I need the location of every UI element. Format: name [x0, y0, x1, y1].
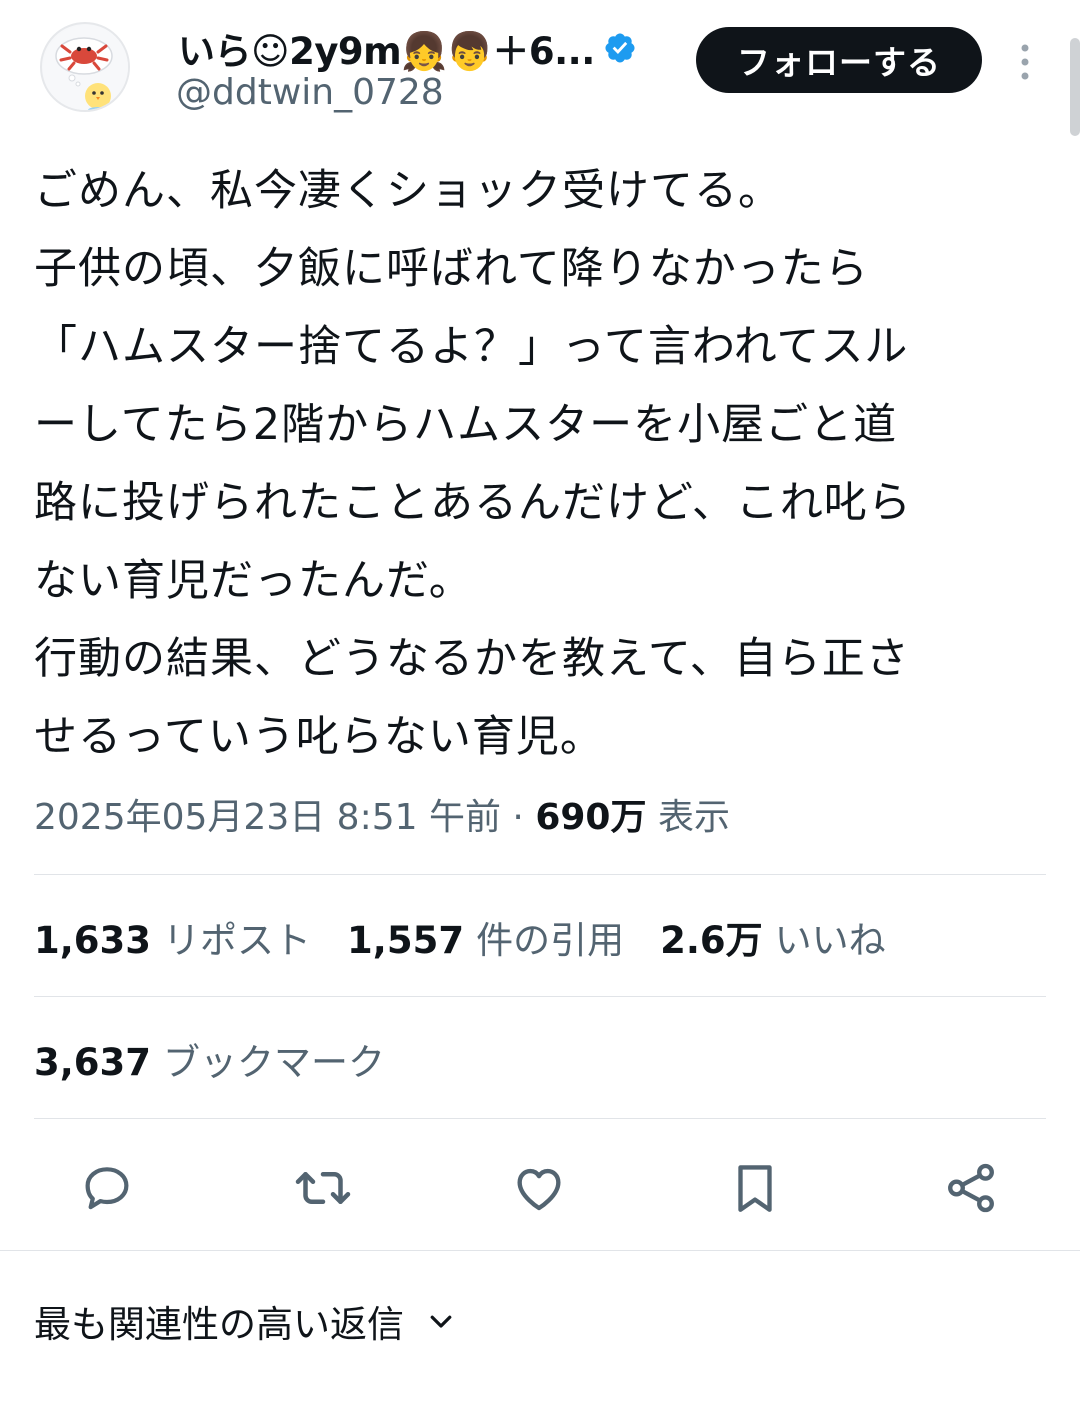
- like-button[interactable]: [509, 1158, 569, 1218]
- repost-icon: [295, 1172, 351, 1204]
- quotes-count: 1,557: [347, 919, 465, 962]
- tweet-header: いら☺2y9m👧👦＋6... @ddtwin_0728 フォローする: [0, 0, 1080, 130]
- author-name-row[interactable]: いら☺2y9m👧👦＋6...: [178, 21, 637, 75]
- chevron-down-icon: [430, 1315, 452, 1328]
- divider: [34, 1118, 1046, 1119]
- tweet-timestamp[interactable]: 2025年05月23日 8:51 午前: [34, 797, 501, 838]
- meta-separator: ·: [512, 797, 524, 838]
- bookmarks-label: ブックマーク: [163, 1041, 386, 1084]
- avatar[interactable]: [40, 22, 130, 112]
- tweet-text: ごめん、私今凄くショック受けてる。 子供の頃、夕飯に呼ばれて降りなかったら 「ハ…: [34, 166, 912, 762]
- more-options-button[interactable]: [1010, 40, 1040, 84]
- verified-badge-icon: [605, 33, 635, 63]
- bookmarks-stat[interactable]: 3,637 ブックマーク: [34, 1034, 421, 1084]
- divider: [34, 996, 1046, 997]
- bookmark-button[interactable]: [725, 1158, 785, 1218]
- bookmark-icon: [738, 1165, 772, 1212]
- reply-icon: [85, 1167, 129, 1210]
- heart-icon: [517, 1168, 561, 1211]
- author-handle[interactable]: @ddtwin_0728: [176, 72, 444, 113]
- crab-and-chick-avatar-icon: [43, 25, 128, 110]
- divider: [0, 1250, 1080, 1251]
- reply-button[interactable]: [77, 1158, 137, 1218]
- repost-button[interactable]: [293, 1158, 353, 1218]
- views-count: 690万: [535, 797, 647, 838]
- reposts-label: リポスト: [163, 919, 312, 962]
- more-vertical-icon: [1021, 44, 1029, 80]
- share-icon: [948, 1163, 994, 1213]
- follow-button[interactable]: フォローする: [696, 27, 982, 93]
- action-bar: [0, 1148, 1080, 1228]
- replies-sort-label: 最も関連性の高い返信: [34, 1303, 404, 1346]
- author-display-name[interactable]: いら☺2y9m👧👦＋6...: [178, 21, 595, 75]
- likes-count: 2.6万: [660, 919, 763, 962]
- bookmarks-count: 3,637: [34, 1041, 152, 1084]
- quotes-stat[interactable]: 1,557 件の引用: [347, 910, 624, 964]
- views-label: 表示: [657, 797, 730, 838]
- engagement-stats: 1,633 リポスト 1,557 件の引用 2.6万 いいね: [34, 912, 922, 962]
- likes-label: いいね: [774, 919, 886, 962]
- tweet-meta: 2025年05月23日 8:51 午前 · 690万 表示: [34, 788, 730, 840]
- replies-sort-selector[interactable]: 最も関連性の高い返信: [34, 1294, 456, 1348]
- reposts-stat[interactable]: 1,633 リポスト: [34, 910, 311, 964]
- reposts-count: 1,633: [34, 919, 152, 962]
- likes-stat[interactable]: 2.6万 いいね: [660, 910, 886, 964]
- share-button[interactable]: [941, 1158, 1001, 1218]
- divider: [34, 874, 1046, 875]
- quotes-label: 件の引用: [476, 919, 625, 962]
